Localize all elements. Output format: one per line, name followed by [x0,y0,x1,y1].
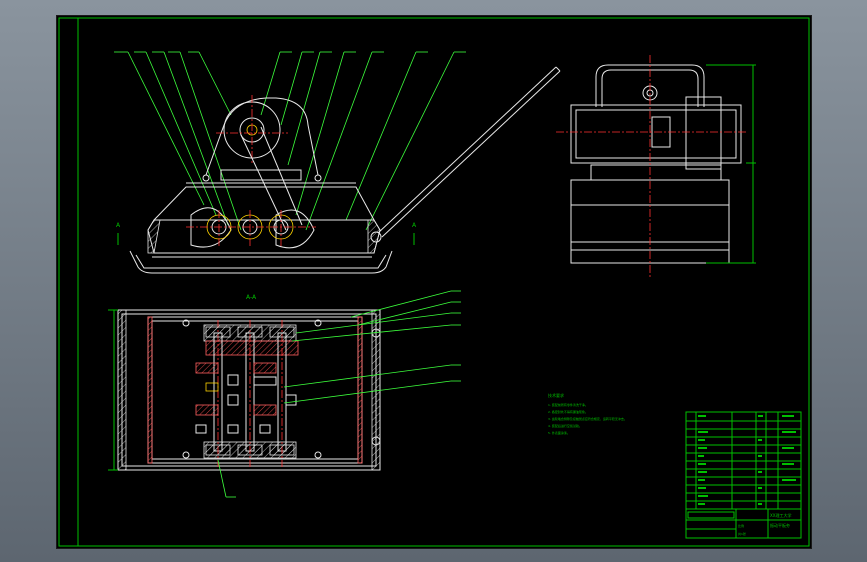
base-plate [129,250,393,274]
sheet-label: 共1张 [738,531,746,536]
front-view-leaders [114,51,466,231]
section-mark-left: A [116,222,121,229]
scale-label: 比例 [738,523,744,528]
section-view-label: A-A [246,294,257,301]
cad-viewport[interactable]: A A A-A 技术要求 1. 装配前所有零件清洗干净。 2. 各密封处不得有漏… [56,15,812,549]
drawing-name: 振动平板夯 [770,522,790,528]
vibrator-box [147,182,381,254]
notes-line-4: 4. 装配后进行空载试验。 [548,423,582,428]
notes-line-1: 1. 装配前所有零件清洗干净。 [548,402,588,407]
technical-notes: 技术要求 1. 装配前所有零件清洗干净。 2. 各密封处不得有漏油现象。 3. … [548,392,627,435]
school-name: XX理工大学 [770,512,791,518]
motor-housing [202,95,322,182]
section-mark-right: A [412,222,417,229]
side-view [556,55,756,277]
drawing-canvas: A A A-A 技术要求 1. 装配前所有零件清洗干净。 2. 各密封处不得有漏… [58,17,810,547]
handle [370,66,561,243]
section-view: A-A [108,290,461,498]
notes-line-5: 5. 外表面涂漆。 [548,430,570,435]
notes-title: 技术要求 [548,392,564,398]
title-block: XX理工大学 振动平板夯 比例 共1张 [685,411,802,539]
notes-line-2: 2. 各密封处不得有漏油现象。 [548,409,588,414]
notes-line-3: 3. 齿轮啮合侧隙及接触斑点应符合规定，运转平稳无冲击。 [548,416,627,421]
front-view: A A [114,51,561,274]
